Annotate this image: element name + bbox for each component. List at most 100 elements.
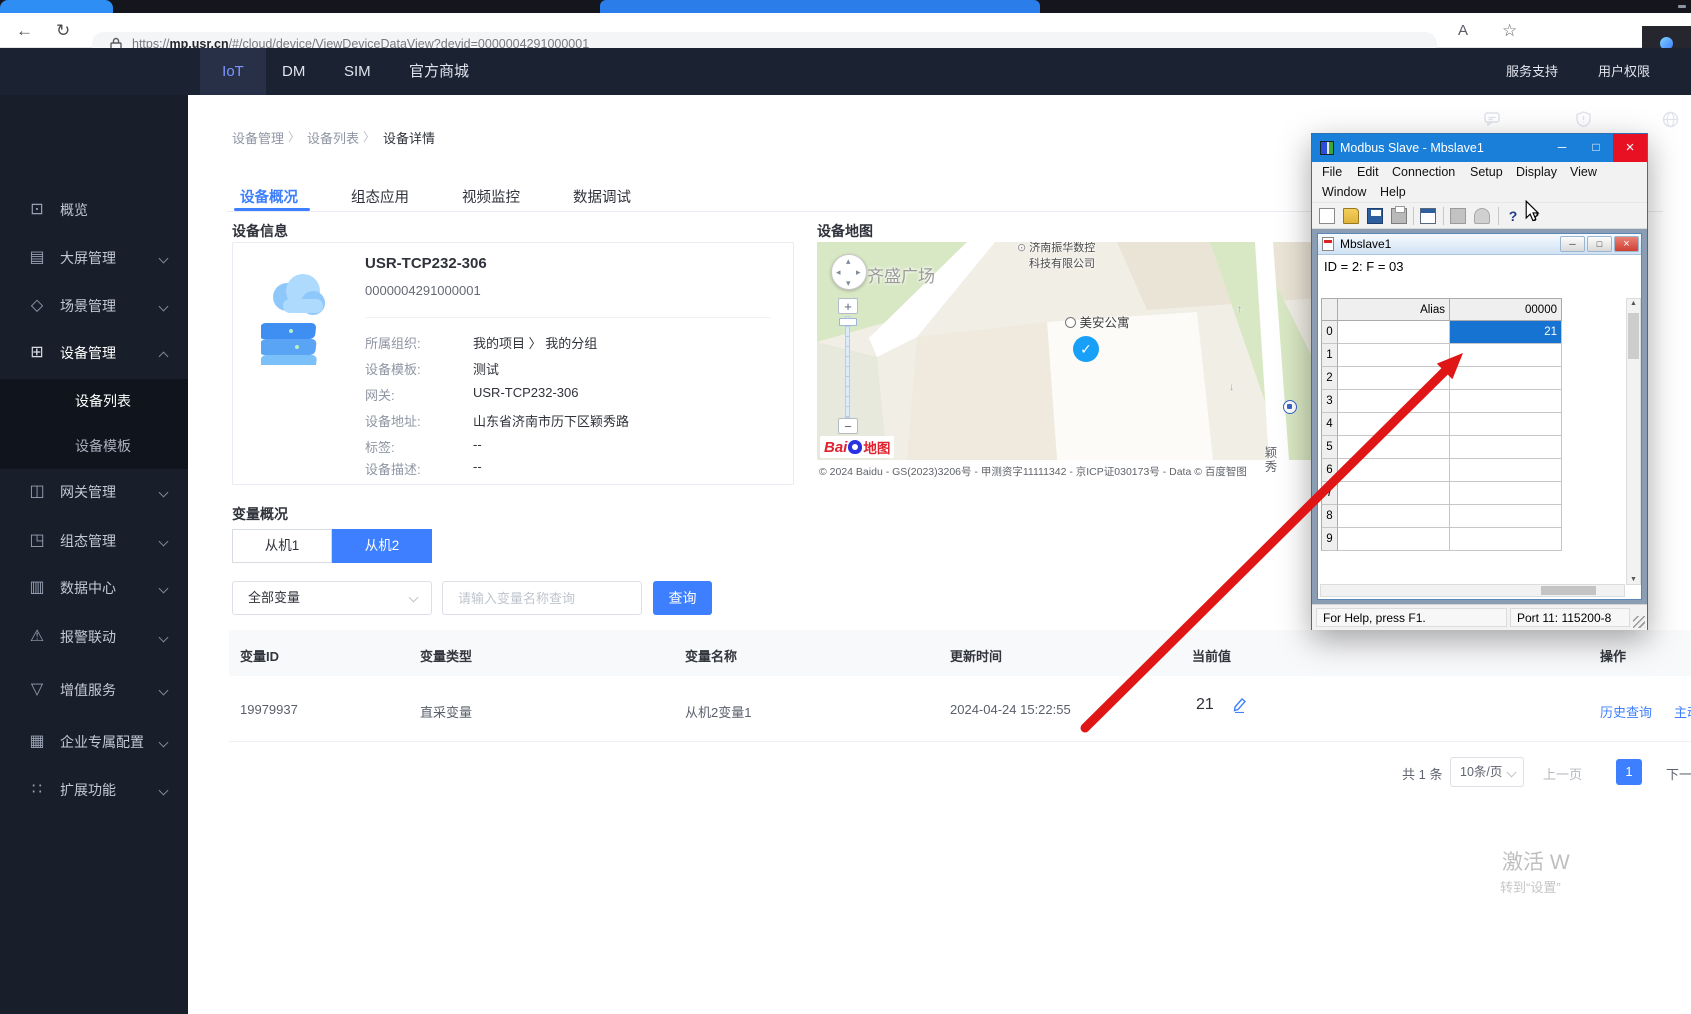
grid-cell-value-9[interactable] bbox=[1450, 528, 1562, 551]
modbus-slave-window[interactable]: Modbus Slave - Mbslave1 ─ □ × File Edit … bbox=[1311, 133, 1648, 630]
menu-connection[interactable]: Connection bbox=[1392, 162, 1455, 182]
page-size-select[interactable]: 10条/页 bbox=[1450, 757, 1524, 787]
favorite-star-icon[interactable]: ☆ bbox=[1502, 13, 1517, 48]
query-button[interactable]: 查询 bbox=[653, 581, 712, 615]
grid-cell-alias-8[interactable] bbox=[1338, 505, 1450, 528]
disconnect-icon[interactable] bbox=[1474, 208, 1490, 224]
sidebar-item-bigscreen[interactable]: ▤ 大屏管理 bbox=[0, 245, 188, 271]
new-file-icon[interactable] bbox=[1319, 208, 1335, 224]
sidebar-item-gateway[interactable]: ◫ 网关管理 bbox=[0, 479, 188, 505]
map-zoom-in-button[interactable]: + bbox=[838, 298, 858, 314]
sidebar-item-alarm[interactable]: ⚠ 报警联动 bbox=[0, 624, 188, 650]
menu-display[interactable]: Display bbox=[1516, 162, 1557, 182]
grid-cell-value-4[interactable] bbox=[1450, 413, 1562, 436]
minimize-button[interactable]: ─ bbox=[1545, 134, 1579, 162]
slave2-tab[interactable]: 从机2 bbox=[332, 529, 432, 563]
grid-cell-alias-4[interactable] bbox=[1338, 413, 1450, 436]
grid-cell-alias-3[interactable] bbox=[1338, 390, 1450, 413]
sidebar-item-configuration[interactable]: ◳ 组态管理 bbox=[0, 528, 188, 554]
grid-cell-alias-7[interactable] bbox=[1338, 482, 1450, 505]
grid-cell-value-2[interactable] bbox=[1450, 367, 1562, 390]
sidebar-item-extensions[interactable]: ∷ 扩展功能 bbox=[0, 777, 188, 803]
action-history-query[interactable]: 历史查询 bbox=[1600, 702, 1652, 721]
breadcrumb-device-list[interactable]: 设备列表 bbox=[307, 128, 359, 147]
mbslave-doc-window[interactable]: Mbslave1 ─ □ × ID = 2: F = 03 Alias 0000… bbox=[1317, 233, 1642, 600]
globe-icon[interactable] bbox=[1662, 111, 1679, 128]
doc-maximize-button[interactable]: □ bbox=[1587, 236, 1612, 252]
browser-active-tab[interactable] bbox=[0, 0, 113, 13]
modbus-titlebar[interactable]: Modbus Slave - Mbslave1 ─ □ × bbox=[1312, 134, 1647, 162]
grid-cell-alias-0[interactable] bbox=[1338, 321, 1450, 344]
menu-edit[interactable]: Edit bbox=[1357, 162, 1379, 182]
variable-search-input[interactable] bbox=[442, 581, 642, 615]
sidebar-item-device[interactable]: ⊞ 设备管理 bbox=[0, 340, 188, 366]
sidebar-item-device-list[interactable]: 设备列表 bbox=[0, 379, 188, 424]
browser-window-controls-icon[interactable] bbox=[1678, 5, 1686, 8]
prev-page-button[interactable]: 上一页 bbox=[1543, 764, 1582, 783]
sidebar-item-overview[interactable]: ⊡ 概览 bbox=[0, 197, 188, 223]
nav-item-dm[interactable]: DM bbox=[282, 48, 305, 95]
menu-help[interactable]: Help bbox=[1380, 182, 1406, 202]
browser-tab-group[interactable] bbox=[600, 0, 1040, 13]
grid-cell-value-0-selected[interactable]: 21 bbox=[1450, 321, 1562, 344]
grid-cell-value-3[interactable] bbox=[1450, 390, 1562, 413]
open-file-icon[interactable] bbox=[1343, 208, 1359, 224]
device-map[interactable]: ▴ ▾ ◂ ▸ + − ⊙ 济南振华数控 科技有限公司 齐盛广场 美安公寓 ↑ … bbox=[817, 242, 1332, 485]
map-pan-control[interactable]: ▴ ▾ ◂ ▸ bbox=[831, 254, 867, 290]
sidebar-item-scene[interactable]: ◇ 场景管理 bbox=[0, 293, 188, 319]
menu-view[interactable]: View bbox=[1570, 162, 1597, 182]
menu-setup[interactable]: Setup bbox=[1470, 162, 1503, 182]
doc-titlebar[interactable]: Mbslave1 ─ □ × bbox=[1318, 234, 1641, 255]
menu-window[interactable]: Window bbox=[1322, 182, 1366, 202]
grid-horizontal-scrollbar[interactable] bbox=[1320, 584, 1625, 597]
refresh-icon[interactable]: ↻ bbox=[56, 13, 70, 48]
edit-value-pencil-icon[interactable] bbox=[1232, 697, 1247, 713]
grid-cell-value-1[interactable] bbox=[1450, 344, 1562, 367]
support-label[interactable]: 服务支持 bbox=[1506, 48, 1558, 95]
nav-item-iot[interactable]: IoT bbox=[200, 48, 266, 95]
connect-icon[interactable] bbox=[1450, 208, 1466, 224]
map-zoom-slider-thumb[interactable] bbox=[839, 318, 857, 326]
device-location-marker[interactable]: ✓ bbox=[1073, 336, 1099, 362]
grid-cell-alias-5[interactable] bbox=[1338, 436, 1450, 459]
context-help-icon[interactable]: ? bbox=[1527, 208, 1543, 224]
action-clipped[interactable]: 主动 bbox=[1674, 702, 1691, 721]
grid-cell-alias-9[interactable] bbox=[1338, 528, 1450, 551]
tab-video-monitor[interactable]: 视频监控 bbox=[462, 186, 520, 207]
permission-label[interactable]: 用户权限 bbox=[1598, 48, 1650, 95]
pan-down-icon[interactable]: ▾ bbox=[846, 278, 851, 289]
grid-cell-alias-1[interactable] bbox=[1338, 344, 1450, 367]
scrollbar-thumb[interactable] bbox=[1541, 586, 1596, 595]
tab-data-debug[interactable]: 数据调试 bbox=[573, 186, 631, 207]
tab-device-overview[interactable]: 设备概况 bbox=[240, 186, 298, 207]
grid-cell-alias-6[interactable] bbox=[1338, 459, 1450, 482]
help-icon[interactable]: ? bbox=[1505, 208, 1521, 224]
menu-file[interactable]: File bbox=[1322, 162, 1342, 182]
pan-left-icon[interactable]: ◂ bbox=[836, 267, 841, 278]
map-zoom-out-button[interactable]: − bbox=[838, 418, 858, 434]
tab-scada-app[interactable]: 组态应用 bbox=[351, 186, 409, 207]
save-file-icon[interactable] bbox=[1367, 208, 1383, 224]
sidebar-item-device-template[interactable]: 设备模板 bbox=[0, 424, 188, 469]
sidebar-item-datacenter[interactable]: ▥ 数据中心 bbox=[0, 575, 188, 601]
doc-minimize-button[interactable]: ─ bbox=[1560, 236, 1585, 252]
breadcrumb-device-mgmt[interactable]: 设备管理 bbox=[232, 128, 284, 147]
resize-grip[interactable] bbox=[1633, 616, 1645, 628]
read-aloud-icon[interactable]: A bbox=[1458, 13, 1468, 48]
nav-item-mall[interactable]: 官方商城 bbox=[409, 48, 469, 95]
grid-cell-alias-2[interactable] bbox=[1338, 367, 1450, 390]
sidebar-item-enterprise[interactable]: ▦ 企业专属配置 bbox=[0, 729, 188, 755]
pan-right-icon[interactable]: ▸ bbox=[856, 267, 861, 278]
pan-up-icon[interactable]: ▴ bbox=[846, 256, 851, 267]
map-zoom-slider[interactable] bbox=[845, 316, 850, 418]
grid-cell-value-6[interactable] bbox=[1450, 459, 1562, 482]
back-icon[interactable]: ← bbox=[16, 13, 33, 48]
current-page-button[interactable]: 1 bbox=[1616, 759, 1642, 785]
window-pane-icon[interactable] bbox=[1420, 208, 1436, 224]
scrollbar-thumb[interactable] bbox=[1628, 313, 1639, 359]
sidebar-item-value-added[interactable]: ▽ 增值服务 bbox=[0, 677, 188, 703]
slave1-tab[interactable]: 从机1 bbox=[232, 529, 332, 563]
close-button[interactable]: × bbox=[1613, 134, 1647, 162]
doc-close-button[interactable]: × bbox=[1614, 236, 1639, 252]
grid-cell-value-7[interactable] bbox=[1450, 482, 1562, 505]
